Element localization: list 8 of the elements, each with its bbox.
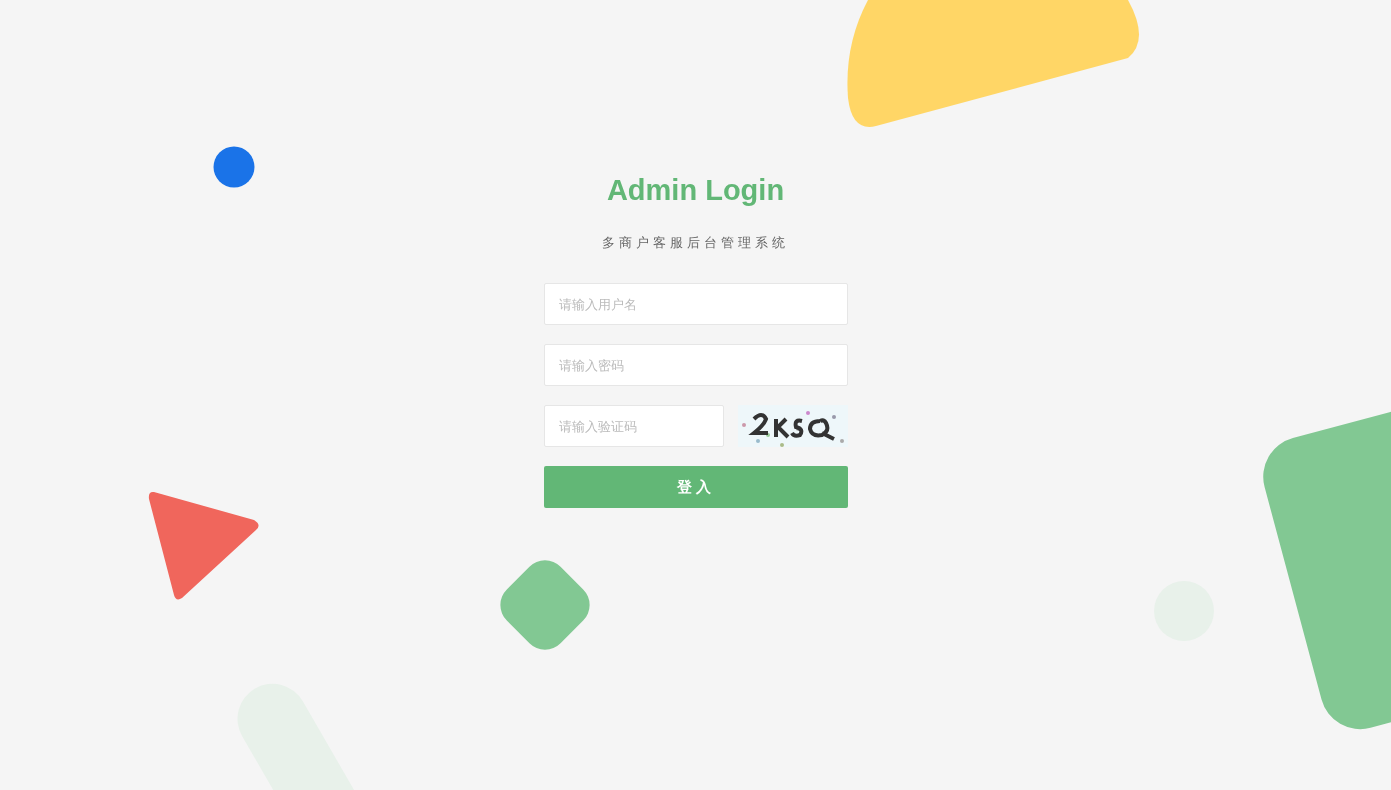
captcha-field[interactable]: 请输入验证码: [543, 405, 724, 447]
login-button[interactable]: 登入: [543, 466, 848, 508]
login-title: Admin Login: [605, 173, 786, 208]
dot: [213, 146, 255, 188]
username-field[interactable]: 请输入用户名: [543, 283, 848, 325]
password-field[interactable]: 请输入密码: [543, 344, 848, 386]
captcha-image[interactable]: [737, 405, 848, 447]
system-name: 多商户客服后台管理系统: [601, 234, 790, 252]
